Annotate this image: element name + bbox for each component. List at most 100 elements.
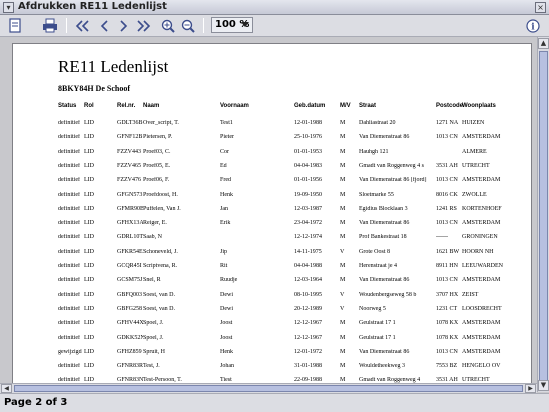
scroll-down-icon[interactable]: ▼ [538, 380, 549, 391]
next-page-button[interactable] [116, 17, 132, 34]
print-button[interactable] [40, 17, 60, 34]
cell-relnr: GBFQ003 [117, 291, 143, 298]
scroll-right-icon[interactable]: ▶ [525, 384, 536, 393]
zoom-dropdown[interactable]: 100 % [211, 17, 253, 33]
cell-rol: LID [84, 234, 94, 241]
cell-mv: M [340, 205, 346, 212]
column-header-mv: M/V [340, 103, 351, 109]
vertical-scrollbar[interactable]: ▲ ▼ [537, 37, 549, 392]
scroll-left-icon[interactable]: ◀ [1, 384, 12, 393]
cell-gebdatum: 12-01-1988 [294, 120, 322, 126]
page-setup-button[interactable] [6, 17, 24, 34]
cell-mv: M [340, 134, 346, 141]
cell-straat: Van Diemenstraat 86 [359, 220, 410, 227]
last-page-button[interactable] [134, 17, 154, 34]
column-header-rol: Rol [84, 103, 94, 109]
first-page-icon [75, 19, 89, 32]
cell-rol: LID [84, 277, 94, 284]
cell-naam: Spruit, H [143, 348, 166, 355]
cell-gebdatum: 19-09-1950 [294, 191, 322, 198]
cell-woonplaats: AMSTERDAM [462, 134, 501, 141]
cell-status: definitief [58, 191, 80, 198]
cell-woonplaats: UTRECHT [462, 162, 490, 169]
cell-woonplaats: HENGELO OV [462, 363, 501, 370]
cell-status: definitief [58, 263, 80, 269]
cell-postcode: 1231 CT [436, 305, 458, 312]
cell-rol: LID [84, 334, 94, 341]
cell-voornaam: Ed [220, 162, 227, 169]
cell-relnr: GFHZ859 [117, 348, 142, 355]
cell-gebdatum: 12-03-1964 [294, 277, 322, 284]
cell-postcode: 3531 AH [436, 162, 458, 169]
cell-woonplaats: LEEUWARDEN [462, 263, 503, 269]
first-page-button[interactable] [72, 17, 92, 34]
cell-relnr: FZZV465 [117, 162, 141, 169]
scroll-up-icon[interactable]: ▲ [538, 38, 549, 49]
document-page: RE11 Ledenlijst 8BKY84H De Schoof Status… [12, 43, 532, 388]
previous-page-button[interactable] [96, 17, 112, 34]
cell-status: definitief [58, 205, 80, 212]
cell-rol: LID [84, 291, 94, 298]
window-menu-icon[interactable]: ▾ [3, 2, 14, 13]
cell-status: definitief [58, 234, 80, 241]
cell-postcode: 1013 CN [436, 220, 458, 227]
preview-viewport[interactable]: RE11 Ledenlijst 8BKY84H De Schoof Status… [0, 37, 549, 392]
vertical-scroll-thumb[interactable] [539, 51, 548, 381]
info-button[interactable]: i [525, 17, 541, 34]
cell-naam: Snel, R [143, 277, 161, 284]
cell-mv: M [340, 348, 346, 355]
cell-status: definitief [58, 305, 80, 312]
cell-naam: Soest, van D. [143, 305, 175, 312]
cell-mv: M [340, 363, 346, 370]
cell-status: definitief [58, 320, 80, 327]
cell-naam: Scriptvena, R. [143, 263, 178, 269]
horizontal-scrollbar[interactable]: ◀ ▶ [0, 383, 537, 393]
zoom-in-icon [161, 19, 175, 33]
cell-voornaam: Erik [220, 220, 231, 227]
close-icon[interactable]: × [535, 2, 546, 13]
cell-rol: LID [84, 363, 94, 370]
cell-status: definitief [58, 277, 80, 284]
cell-straat: Wouldetheekweg 3 [359, 363, 406, 370]
cell-gebdatum: 12-12-1974 [294, 234, 322, 241]
cell-voornaam: Henk [220, 348, 233, 355]
zoom-out-button[interactable] [180, 17, 196, 34]
cell-naam: Soest, van D. [143, 291, 175, 298]
cell-straat: Egidius Blocklaan 3 [359, 205, 408, 212]
cell-voornaam: Test1 [220, 120, 233, 126]
cell-rol: LID [84, 348, 94, 355]
cell-naam: Schoneveld, J. [143, 248, 178, 255]
cell-straat: Prof Bankestraat 18 [359, 234, 407, 241]
cell-mv: V [340, 248, 345, 255]
cell-relnr: GDLT36B [117, 120, 143, 126]
cell-rol: LID [84, 205, 94, 212]
cell-status: definitief [58, 248, 80, 255]
column-header-naam: Naam [143, 103, 160, 109]
cell-rol: LID [84, 134, 94, 141]
cell-gebdatum: 31-01-1988 [294, 363, 322, 370]
document-title: RE11 Ledenlijst [58, 57, 169, 76]
cell-relnr: GFMR90B [117, 205, 143, 212]
horizontal-scroll-thumb[interactable] [14, 385, 523, 392]
cell-relnr: GBFG258 [117, 305, 143, 312]
cell-woonplaats: AMSTERDAM [462, 334, 501, 341]
cell-relnr: GFHX13A [117, 220, 143, 227]
cell-naam: Proef06, F. [143, 177, 170, 184]
cell-straat: Grote Oost 8 [359, 248, 390, 255]
document-subtitle: 8BKY84H De Schoof [58, 84, 130, 93]
cell-gebdatum: 25-10-1976 [294, 134, 322, 141]
cell-gebdatum: 12-01-1972 [294, 348, 322, 355]
cell-status: definitief [58, 334, 80, 341]
toolbar: 100 % i [0, 15, 549, 37]
cell-straat: Van Diemenstraat 86 [359, 348, 410, 355]
cell-voornaam: Rit [220, 263, 228, 269]
cell-status: definitief [58, 220, 80, 227]
cell-gebdatum: 12-12-1967 [294, 334, 322, 341]
cell-gebdatum: 12-03-1987 [294, 205, 322, 212]
zoom-in-button[interactable] [160, 17, 176, 34]
toolbar-separator [203, 18, 204, 33]
cell-relnr: GFKR54E [117, 248, 143, 255]
cell-status: gewijzigd [58, 348, 82, 355]
column-header-voornaam: Voornaam [220, 103, 249, 109]
column-header-gebdatum: Geb.datum [294, 103, 326, 109]
